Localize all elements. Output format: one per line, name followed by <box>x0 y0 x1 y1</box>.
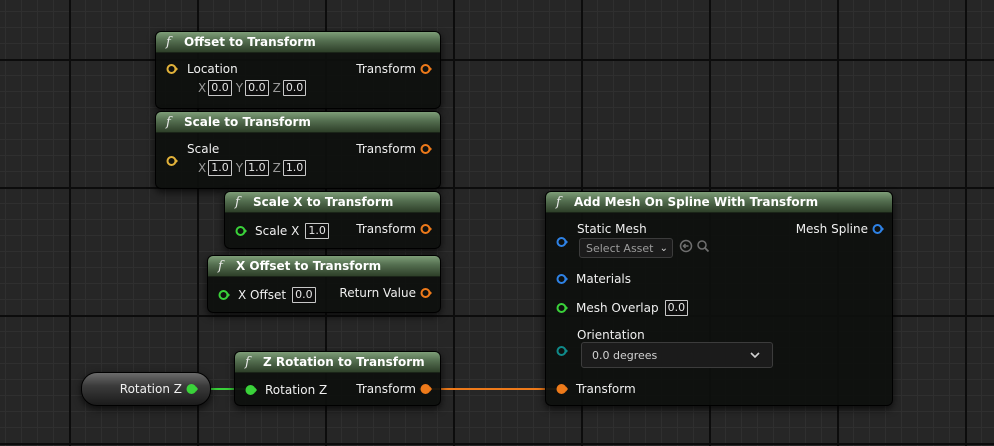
float-input-pin[interactable] <box>556 302 568 314</box>
y-label: Y <box>235 81 244 95</box>
x-offset-label: X Offset <box>238 288 287 302</box>
transform-output-label: Transform <box>356 142 416 156</box>
node-title: Scale X to Transform <box>253 195 394 209</box>
transform-input-pin[interactable] <box>556 383 568 395</box>
chevron-down-icon <box>750 350 760 361</box>
array-input-pin[interactable] <box>556 273 568 285</box>
blueprint-graph[interactable]: f Offset to Transform Location X 0.0 Y 0… <box>0 0 994 446</box>
node-title: Scale to Transform <box>184 115 311 129</box>
node-header[interactable]: f Z Rotation to Transform <box>235 352 440 373</box>
scale-x-field[interactable]: 1.0 <box>208 160 232 176</box>
node-header[interactable]: f Scale X to Transform <box>225 192 440 213</box>
scale-y-field[interactable]: 1.0 <box>245 160 269 176</box>
x-offset-field[interactable]: 0.0 <box>292 287 316 303</box>
asset-picker-dropdown[interactable]: Select Asset ⌄ <box>579 238 673 258</box>
function-icon: f <box>166 34 171 50</box>
float-input-pin[interactable] <box>218 289 230 301</box>
object-output-pin[interactable] <box>872 223 884 235</box>
node-header[interactable]: f Scale to Transform <box>156 112 440 133</box>
y-label: Y <box>235 161 244 175</box>
float-input-pin[interactable] <box>235 225 247 237</box>
materials-label: Materials <box>576 272 632 286</box>
transform-output-pin[interactable] <box>420 287 432 299</box>
node-header[interactable]: f Offset to Transform <box>156 32 440 53</box>
mesh-overlap-label: Mesh Overlap <box>576 301 659 315</box>
node-title: X Offset to Transform <box>236 259 382 273</box>
location-z-field[interactable]: 0.0 <box>282 80 307 96</box>
use-selected-asset-icon[interactable] <box>679 239 693 257</box>
browse-asset-icon[interactable] <box>696 239 710 257</box>
rotation-z-variable-label: Rotation Z <box>119 382 182 396</box>
transform-output-label: Transform <box>356 382 416 396</box>
float-input-pin[interactable] <box>245 384 257 396</box>
chevron-down-icon: ⌄ <box>659 242 668 254</box>
enum-input-pin[interactable] <box>556 345 568 357</box>
transform-output-pin[interactable] <box>420 383 432 395</box>
return-value-label: Return Value <box>339 286 416 300</box>
function-icon: f <box>166 114 171 130</box>
asset-picker-value: Select Asset <box>586 241 654 255</box>
scale-x-field[interactable]: 1.0 <box>305 223 329 239</box>
function-icon: f <box>556 194 561 210</box>
transform-output-label: Transform <box>356 62 416 76</box>
scale-to-transform-node[interactable]: f Scale to Transform Scale X 1.0 Y 1.0 Z… <box>155 111 441 189</box>
node-header[interactable]: f X Offset to Transform <box>208 256 440 277</box>
node-title: Offset to Transform <box>184 35 316 49</box>
add-mesh-on-spline-node[interactable]: f Add Mesh On Spline With Transform Stat… <box>545 191 893 406</box>
transform-output-label: Transform <box>356 222 416 236</box>
scale-label: Scale <box>187 142 220 156</box>
offset-to-transform-node[interactable]: f Offset to Transform Location X 0.0 Y 0… <box>155 31 441 109</box>
float-output-pin[interactable] <box>186 383 198 395</box>
function-icon: f <box>235 194 240 210</box>
scale-z-field[interactable]: 1.0 <box>282 160 307 176</box>
z-label: Z <box>272 81 281 95</box>
node-title: Z Rotation to Transform <box>263 355 425 369</box>
object-input-pin[interactable] <box>556 236 568 248</box>
vector-input-pin[interactable] <box>166 63 178 75</box>
scale-x-to-transform-node[interactable]: f Scale X to Transform Scale X 1.0 Trans… <box>224 191 441 249</box>
static-mesh-label: Static Mesh <box>577 222 647 236</box>
x-offset-to-transform-node[interactable]: f X Offset to Transform X Offset 0.0 Ret… <box>207 255 441 313</box>
transform-input-label: Transform <box>576 382 636 396</box>
location-x-field[interactable]: 0.0 <box>208 80 232 96</box>
rotation-z-label: Rotation Z <box>265 383 328 397</box>
mesh-spline-output-label: Mesh Spline <box>795 222 868 236</box>
x-label: X <box>198 161 207 175</box>
scale-x-label: Scale X <box>255 224 300 238</box>
mesh-overlap-field[interactable]: 0.0 <box>664 300 689 316</box>
orientation-dropdown[interactable]: 0.0 degrees <box>581 342 773 368</box>
location-label: Location <box>187 62 238 76</box>
x-label: X <box>198 81 207 95</box>
transform-output-pin[interactable] <box>420 63 432 75</box>
transform-output-pin[interactable] <box>420 143 432 155</box>
node-title: Add Mesh On Spline With Transform <box>574 195 819 209</box>
orientation-value: 0.0 degrees <box>592 348 658 362</box>
z-rotation-to-transform-node[interactable]: f Z Rotation to Transform Rotation Z Tra… <box>234 351 441 406</box>
z-label: Z <box>272 161 281 175</box>
function-icon: f <box>245 354 250 370</box>
function-icon: f <box>218 258 223 274</box>
orientation-label: Orientation <box>577 328 645 342</box>
rotation-z-variable-node[interactable]: Rotation Z <box>81 372 211 406</box>
location-y-field[interactable]: 0.0 <box>245 80 269 96</box>
transform-output-pin[interactable] <box>420 223 432 235</box>
vector-input-pin[interactable] <box>166 155 178 167</box>
node-header[interactable]: f Add Mesh On Spline With Transform <box>546 192 892 213</box>
